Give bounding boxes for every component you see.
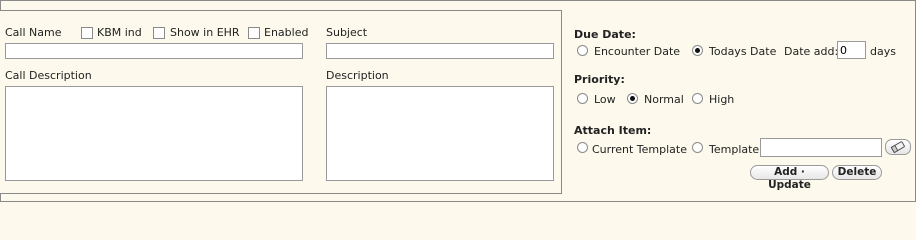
kbm-ind-checkbox[interactable] [81, 27, 93, 39]
encounter-date-label: Encounter Date [594, 45, 681, 58]
call-name-label: Call Name [5, 26, 62, 39]
call-name-input[interactable] [5, 43, 303, 59]
priority-normal-label: Normal [644, 93, 684, 106]
enabled-checkbox[interactable] [248, 27, 260, 39]
show-in-ehr-checkbox[interactable] [153, 27, 165, 39]
date-add-label: Date add: [784, 45, 839, 58]
description-label: Description [326, 69, 389, 82]
template-input[interactable] [760, 138, 882, 157]
show-in-ehr-label: Show in EHR [170, 26, 240, 39]
days-label: days [870, 45, 896, 58]
priority-high-radio[interactable] [692, 93, 703, 104]
subject-label: Subject [326, 26, 368, 39]
clear-template-button[interactable] [885, 139, 911, 155]
delete-button[interactable]: Delete [832, 165, 882, 180]
enabled-label: Enabled [264, 26, 309, 39]
subject-input[interactable] [326, 43, 554, 59]
encounter-date-radio[interactable] [577, 45, 588, 56]
priority-low-label: Low [594, 93, 616, 106]
current-template-radio[interactable] [577, 142, 588, 153]
attach-item-label: Attach Item: [574, 124, 652, 137]
todays-date-label: Todays Date [709, 45, 777, 58]
current-template-label: Current Template [592, 143, 688, 156]
eraser-icon [890, 141, 905, 154]
template-radio[interactable] [692, 142, 703, 153]
priority-high-label: High [709, 93, 735, 106]
date-add-input[interactable] [837, 41, 866, 59]
template-label: Template [709, 143, 760, 156]
due-date-label: Due Date: [574, 28, 636, 41]
call-description-textarea[interactable] [5, 86, 303, 181]
description-textarea[interactable] [326, 86, 554, 181]
priority-normal-radio[interactable] [627, 93, 638, 104]
priority-label: Priority: [574, 73, 625, 86]
kbm-ind-label: KBM ind [97, 26, 142, 39]
priority-low-radio[interactable] [577, 93, 588, 104]
call-details-panel: Call Name KBM ind Show in EHR Enabled Su… [0, 10, 562, 194]
todays-date-radio[interactable] [692, 45, 703, 56]
add-update-button[interactable]: Add · Update [750, 165, 829, 191]
call-description-label: Call Description [5, 69, 92, 82]
